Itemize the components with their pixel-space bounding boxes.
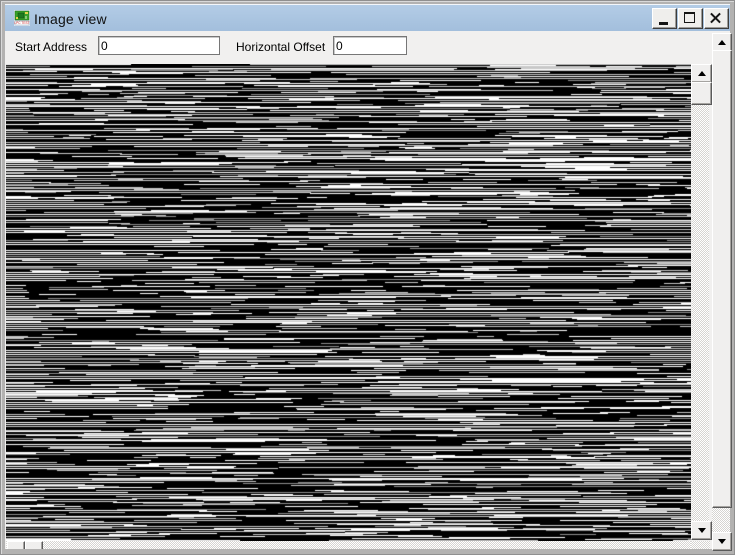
image-hscroll-thumb[interactable] [25,541,43,549]
app-icon: LPC TEST [14,10,30,26]
application-window: LPC TEST Image view Start Address Horizo… [0,0,735,555]
scrollbar-corner [691,541,710,549]
memory-bitmap-view [6,64,691,541]
client-area: Start Address Horizontal Offset [5,31,732,551]
start-address-input[interactable] [98,36,220,55]
image-vscroll-up-button[interactable] [691,64,712,83]
horizontal-offset-input[interactable] [333,36,407,55]
minimize-icon [659,22,668,25]
image-vscroll-down-button[interactable] [691,521,712,540]
start-address-label: Start Address [15,40,88,54]
scroll-up-icon [697,71,706,76]
close-button[interactable] [704,8,729,29]
image-hscroll-left-button[interactable] [7,541,25,549]
maximize-button[interactable] [678,8,703,29]
window-vscroll-thumb[interactable] [712,50,732,508]
image-hscroll-track[interactable] [6,541,691,549]
image-vertical-scrollbar [691,64,712,540]
titlebar[interactable]: LPC TEST Image view [5,4,730,32]
window-vertical-scrollbar [712,33,732,551]
scroll-down-icon [718,539,726,544]
image-vscroll-track[interactable] [692,81,709,521]
image-horizontal-scrollbar [6,541,691,549]
window-vscroll-down-button[interactable] [712,532,732,551]
horizontal-offset-label: Horizontal Offset [236,40,326,54]
maximize-icon [684,12,695,23]
scroll-down-icon [697,528,706,533]
window-title: Image view [34,10,107,27]
minimize-button[interactable] [652,8,677,29]
scroll-up-icon [718,40,726,45]
svg-text:LPC TEST: LPC TEST [14,21,29,25]
image-vscroll-thumb[interactable] [691,82,712,105]
